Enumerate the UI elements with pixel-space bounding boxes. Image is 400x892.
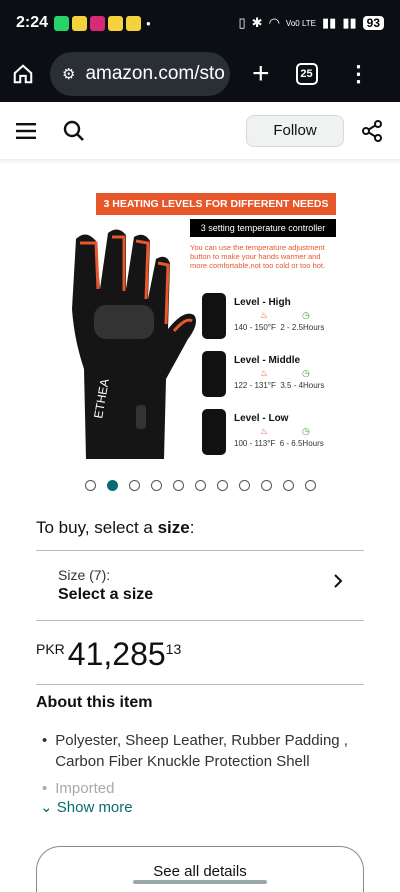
- image-carousel-dots: [0, 480, 400, 492]
- status-bar: 2:24 ● ▯ ✱ ◠ Vo0 LTE ▮▮ ▮▮ 93: [0, 0, 400, 46]
- wifi-icon: ◠: [268, 15, 280, 30]
- heated-glove-image: ETHEA: [72, 229, 196, 459]
- bluetooth-icon: ✱: [251, 15, 263, 30]
- level-middle: Level - Middle ♨ ◷ 122 - 131°F 3.5 - 4Ho…: [202, 351, 342, 401]
- product-image[interactable]: 3 HEATING LEVELS FOR DIFFERENT NEEDS ETH…: [56, 183, 344, 473]
- list-item: • Polyester, Sheep Leather, Rubber Paddin…: [42, 732, 348, 770]
- url-text: amazon.com/sto: [85, 63, 225, 84]
- battery-indicator: 93: [362, 16, 384, 30]
- share-icon[interactable]: [360, 119, 384, 143]
- new-tab-button[interactable]: +: [252, 57, 270, 91]
- controller-note: You can use the temperature adjustment b…: [190, 243, 326, 270]
- power-button-icon: [202, 409, 226, 455]
- about-title: About this item: [36, 694, 153, 711]
- buy-prompt: To buy, select a size:: [36, 518, 195, 537]
- level-high: Level - High ♨ ◷ 140 - 150°F 2 - 2.5Hour…: [202, 293, 342, 343]
- flame-icon: ♨: [260, 368, 269, 378]
- home-icon[interactable]: [12, 63, 34, 85]
- price-whole: 41,285: [67, 636, 166, 672]
- follow-button[interactable]: Follow: [246, 114, 344, 147]
- hamburger-menu-icon[interactable]: [16, 122, 36, 139]
- whatsapp-icon: [54, 15, 70, 31]
- clock-icon: ◷: [302, 310, 310, 320]
- network-label: Vo0 LTE: [285, 18, 317, 28]
- carousel-dot[interactable]: [106, 480, 118, 491]
- signal-icon: ▮▮: [322, 15, 337, 30]
- gesture-handle: [133, 880, 267, 884]
- flame-icon: ♨: [260, 426, 269, 436]
- tab-switcher-button[interactable]: 25: [295, 63, 318, 85]
- see-all-details-button[interactable]: See all details: [36, 846, 364, 892]
- price: PKR 41,285 13: [36, 636, 181, 673]
- store-header: Follow: [0, 102, 400, 160]
- power-button-icon: [202, 351, 226, 397]
- carousel-dot[interactable]: [216, 480, 228, 491]
- chevron-down-icon: ⌄: [40, 799, 53, 816]
- price-fraction: 13: [165, 641, 182, 657]
- browser-toolbar: ⚙ amazon.com/sto + 25 ⋮: [0, 46, 400, 102]
- carousel-dot[interactable]: [238, 480, 250, 491]
- clock-icon: ◷: [302, 426, 310, 436]
- divider: [36, 620, 364, 621]
- image-banner: 3 HEATING LEVELS FOR DIFFERENT NEEDS: [96, 193, 336, 215]
- show-more-link[interactable]: ⌄ Show more: [40, 798, 133, 816]
- list-item: • Imported: [42, 780, 115, 797]
- carousel-dot[interactable]: [84, 480, 96, 491]
- address-bar[interactable]: ⚙ amazon.com/sto: [50, 52, 230, 96]
- size-selector[interactable]: Size (7): Select a size: [36, 551, 364, 619]
- snapchat-icon: [72, 15, 88, 31]
- snapchat-icon: [108, 15, 124, 31]
- chevron-right-icon: [334, 574, 343, 588]
- power-button-icon: [202, 293, 226, 339]
- carousel-dot[interactable]: [128, 480, 140, 491]
- carousel-dot[interactable]: [172, 480, 184, 491]
- search-icon[interactable]: [62, 119, 86, 143]
- price-currency: PKR: [36, 641, 65, 657]
- level-low: Level - Low ♨ ◷ 100 - 113°F 6 - 6.5Hours: [202, 409, 342, 459]
- browser-menu-icon[interactable]: ⋮: [348, 61, 370, 87]
- status-time: 2:24: [16, 14, 49, 31]
- carousel-dot[interactable]: [304, 480, 316, 491]
- flame-icon: ♨: [260, 310, 269, 320]
- more-notifications-icon: ●: [146, 18, 151, 28]
- about-bullets: • Polyester, Sheep Leather, Rubber Paddin…: [42, 730, 362, 805]
- carousel-dot[interactable]: [282, 480, 294, 491]
- instagram-icon: [90, 15, 106, 31]
- carousel-dot[interactable]: [194, 480, 206, 491]
- clock-icon: ◷: [302, 368, 310, 378]
- site-settings-icon[interactable]: ⚙: [62, 65, 75, 83]
- snapchat-icon: [126, 15, 142, 31]
- carousel-dot[interactable]: [150, 480, 162, 491]
- size-label: Size (7):: [58, 567, 111, 583]
- size-value: Select a size: [58, 586, 154, 603]
- vibrate-icon: ▯: [238, 15, 246, 30]
- carousel-dot[interactable]: [260, 480, 272, 491]
- signal-icon: ▮▮: [342, 15, 357, 30]
- divider: [36, 684, 364, 685]
- controller-label: 3 setting temperature controller: [190, 219, 336, 237]
